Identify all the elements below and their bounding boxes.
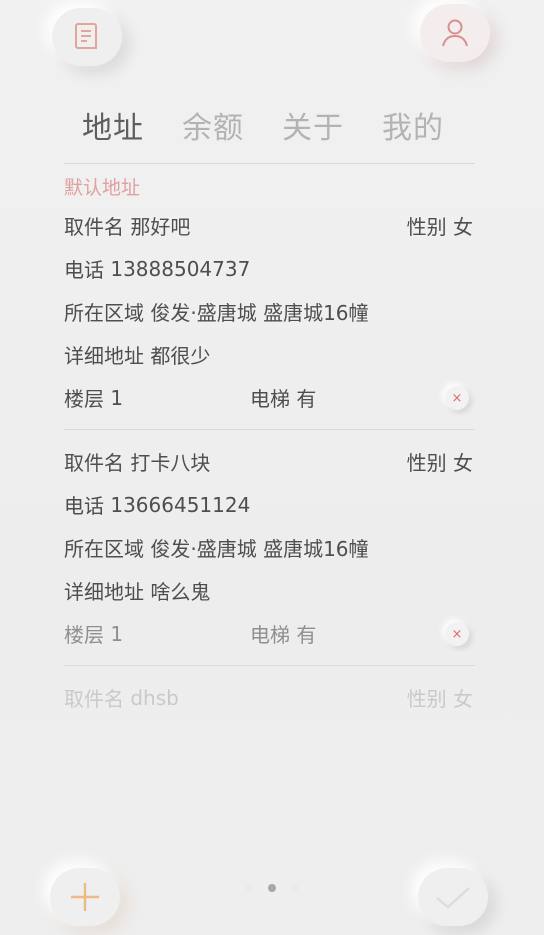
floor-value: 1 [110, 385, 124, 410]
elevator-label: 电梯 [250, 387, 290, 411]
area-value: 俊发·盛唐城 盛唐城16幢 [150, 537, 369, 561]
name-label: 取件名 [64, 451, 124, 475]
confirm-button[interactable] [418, 868, 488, 926]
detail-value: 都很少 [150, 344, 211, 368]
phone-row: 电话 13888504737 [64, 247, 475, 290]
floor-label: 楼层 [64, 387, 104, 411]
address-card[interactable]: 默认地址 取件名 那好吧 性别 女 电话 13888504737 所在区域 俊发… [64, 164, 475, 430]
floor-row: 楼层 1 电梯 有 × [64, 376, 475, 419]
elevator-label: 电梯 [250, 623, 290, 647]
detail-label: 详细地址 [64, 580, 144, 604]
area-row: 所在区域 俊发·盛唐城 盛唐城16幢 [64, 290, 475, 333]
card-divider [64, 429, 475, 430]
user-icon [442, 19, 468, 47]
phone-row: 电话 13666451124 [64, 483, 475, 526]
add-address-button[interactable] [50, 868, 120, 926]
page-indicator [232, 884, 312, 894]
document-icon [75, 23, 97, 49]
phone-value: 13666451124 [110, 492, 251, 517]
close-icon: × [451, 390, 463, 406]
document-button[interactable] [52, 8, 122, 66]
tab-bar: 地址 余额 关于 我的 [64, 100, 476, 150]
area-value: 俊发·盛唐城 盛唐城16幢 [150, 301, 369, 325]
tab-about[interactable]: 关于 [282, 103, 344, 147]
plus-icon [71, 883, 99, 911]
address-card[interactable]: 取件名 dhsb 性别 女 [64, 676, 475, 719]
tab-address[interactable]: 地址 [82, 103, 144, 147]
detail-label: 详细地址 [64, 344, 144, 368]
gender-label: 性别 [406, 451, 447, 475]
phone-label: 电话 [64, 258, 104, 282]
detail-row: 详细地址 都很少 [64, 333, 475, 376]
detail-value: 啥么鬼 [150, 580, 211, 604]
page-dot[interactable] [290, 884, 298, 892]
gender-value: 女 [453, 215, 473, 239]
address-list: 默认地址 取件名 那好吧 性别 女 电话 13888504737 所在区域 俊发… [64, 164, 475, 719]
card-divider [64, 665, 475, 666]
delete-address-button[interactable]: × [445, 386, 469, 410]
floor-label: 楼层 [64, 623, 104, 647]
elevator-value: 有 [296, 387, 317, 411]
name-value: 打卡八块 [130, 451, 211, 475]
area-label: 所在区域 [64, 301, 144, 325]
tab-balance[interactable]: 余额 [182, 103, 244, 147]
detail-row: 详细地址 啥么鬼 [64, 569, 475, 612]
gender-label: 性别 [406, 215, 447, 239]
name-value: 那好吧 [130, 215, 191, 239]
area-row: 所在区域 俊发·盛唐城 盛唐城16幢 [64, 526, 475, 569]
page-dot-active[interactable] [268, 884, 276, 892]
name-label: 取件名 [64, 687, 124, 711]
phone-value: 13888504737 [110, 256, 251, 281]
name-value: dhsb [130, 685, 179, 710]
name-row: 取件名 dhsb 性别 女 [64, 676, 475, 719]
phone-label: 电话 [64, 494, 104, 518]
user-button[interactable] [420, 4, 490, 62]
name-row: 取件名 打卡八块 性别 女 [64, 440, 475, 483]
floor-row: 楼层 1 电梯 有 × [64, 612, 475, 655]
default-address-label: 默认地址 [64, 177, 141, 199]
page-dot[interactable] [246, 884, 254, 892]
delete-address-button[interactable]: × [445, 622, 469, 646]
floor-value: 1 [110, 621, 124, 646]
close-icon: × [451, 626, 463, 642]
gender-value: 女 [453, 451, 473, 475]
check-icon [436, 887, 470, 909]
gender-label: 性别 [406, 687, 447, 711]
screen: 地址 余额 关于 我的 默认地址 取件名 那好吧 性别 女 电话 1388850… [0, 0, 544, 935]
address-card[interactable]: 取件名 打卡八块 性别 女 电话 13666451124 所在区域 俊发·盛唐城… [64, 440, 475, 666]
tab-mine[interactable]: 我的 [382, 103, 444, 147]
elevator-value: 有 [296, 623, 317, 647]
area-label: 所在区域 [64, 537, 144, 561]
name-label: 取件名 [64, 215, 124, 239]
gender-value: 女 [453, 687, 473, 711]
name-row: 取件名 那好吧 性别 女 [64, 204, 475, 247]
